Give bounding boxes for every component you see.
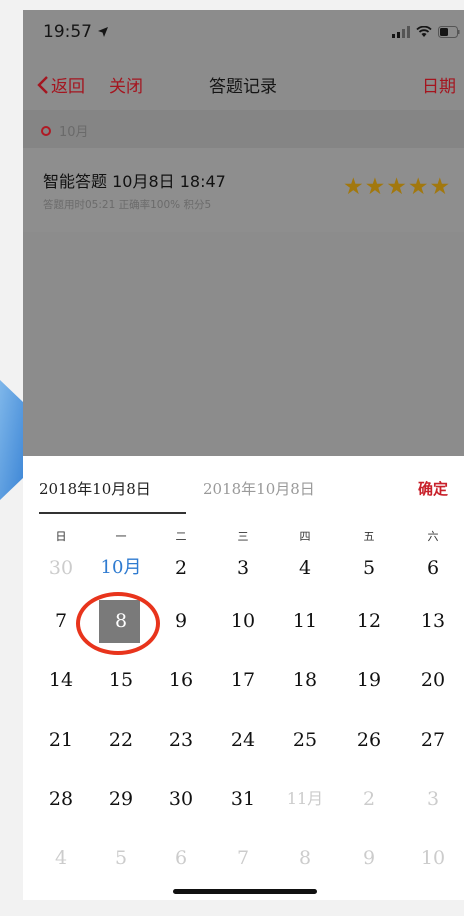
phone-screen: 19:57 返回 关闭 答题记录 日期 10月 智能答题 10月8日 18:47… xyxy=(23,10,464,900)
calendar-day[interactable]: 17 xyxy=(215,660,271,700)
close-button[interactable]: 关闭 xyxy=(109,72,143,97)
weekday-label: 一 xyxy=(115,530,127,543)
calendar-day[interactable]: 7 xyxy=(215,838,271,878)
calendar-day[interactable]: 22 xyxy=(93,720,149,760)
month-section-header: 10月 xyxy=(23,110,464,148)
calendar-day[interactable]: 9 xyxy=(153,601,209,641)
calendar-day[interactable]: 26 xyxy=(341,720,397,760)
weekday-label: 三 xyxy=(237,530,249,543)
confirm-button[interactable]: 确定 xyxy=(418,478,448,499)
star-icon: ★ xyxy=(429,174,451,200)
weekday-label: 五 xyxy=(363,530,375,543)
calendar-day[interactable]: 31 xyxy=(215,779,271,819)
weekday-label: 四 xyxy=(299,530,311,543)
calendar-day[interactable]: 10 xyxy=(405,838,461,878)
location-icon xyxy=(98,27,109,37)
calendar-day[interactable]: 12 xyxy=(341,601,397,641)
rating-stars: ★ ★ ★ ★ ★ xyxy=(343,176,450,199)
calendar-day[interactable]: 8 xyxy=(277,838,333,878)
calendar-day[interactable]: 28 xyxy=(33,779,89,819)
status-time: 19:57 xyxy=(43,22,109,42)
record-subtitle: 答题用时05:21 正确率100% 积分5 xyxy=(43,199,212,211)
timeline-dot-icon xyxy=(41,126,51,136)
arrow-icon xyxy=(0,380,23,500)
picker-header: 2018年10月8日 2018年10月8日 确定 xyxy=(23,456,464,516)
calendar-day[interactable]: 25 xyxy=(277,720,333,760)
calendar-day[interactable]: 2 xyxy=(153,548,209,588)
calendar-day[interactable]: 5 xyxy=(341,548,397,588)
calendar-day[interactable]: 3 xyxy=(215,548,271,588)
calendar-day[interactable]: 21 xyxy=(33,720,89,760)
backdrop-top xyxy=(0,0,464,10)
weekday-header: 日一二三四五六 xyxy=(23,528,464,548)
calendar-day[interactable]: 27 xyxy=(405,720,461,760)
calendar-day[interactable]: 2 xyxy=(341,779,397,819)
calendar-month-marker[interactable]: 11月 xyxy=(277,779,333,819)
section-month-label: 10月 xyxy=(59,125,89,140)
back-button[interactable]: 返回 xyxy=(37,72,85,97)
calendar-day[interactable]: 14 xyxy=(33,660,89,700)
calendar-day[interactable]: 16 xyxy=(153,660,209,700)
calendar-month-marker[interactable]: 10月 xyxy=(93,548,149,588)
quiz-record-item[interactable]: 智能答题 10月8日 18:47 答题用时05:21 正确率100% 积分5 ★… xyxy=(23,148,464,232)
calendar-day[interactable]: 10 xyxy=(215,601,271,641)
weekday-label: 日 xyxy=(55,530,67,543)
star-icon: ★ xyxy=(386,174,407,200)
page-title: 答题记录 xyxy=(209,77,277,97)
range-start-field[interactable]: 2018年10月8日 xyxy=(39,478,151,499)
home-indicator xyxy=(173,889,317,894)
status-icons xyxy=(392,26,460,38)
date-filter-button[interactable]: 日期 xyxy=(422,72,456,97)
date-range-picker: 2018年10月8日 2018年10月8日 确定 日一二三四五六 30 10月 2 3… xyxy=(23,456,464,900)
battery-icon xyxy=(438,26,460,38)
calendar-day[interactable]: 19 xyxy=(341,660,397,700)
calendar-day[interactable]: 3 xyxy=(405,779,461,819)
calendar-day[interactable]: 6 xyxy=(153,838,209,878)
calendar-day[interactable]: 24 xyxy=(215,720,271,760)
calendar-day[interactable]: 23 xyxy=(153,720,209,760)
calendar-day[interactable]: 18 xyxy=(277,660,333,700)
back-label: 返回 xyxy=(51,77,85,97)
range-start-underline xyxy=(39,512,186,514)
calendar-day[interactable]: 6 xyxy=(405,548,461,588)
annotation-circle xyxy=(76,592,160,655)
calendar-day[interactable]: 20 xyxy=(405,660,461,700)
nav-bar: 返回 关闭 答题记录 日期 xyxy=(23,60,464,110)
calendar-day[interactable]: 29 xyxy=(93,779,149,819)
calendar-day[interactable]: 30 xyxy=(153,779,209,819)
calendar-day[interactable]: 30 xyxy=(33,548,89,588)
calendar-day[interactable]: 13 xyxy=(405,601,461,641)
calendar-day[interactable]: 4 xyxy=(277,548,333,588)
calendar-day[interactable]: 15 xyxy=(93,660,149,700)
status-bar: 19:57 xyxy=(23,10,464,60)
chevron-left-icon xyxy=(37,75,48,94)
dimmed-app-view[interactable]: 19:57 返回 关闭 答题记录 日期 10月 智能答题 10月8日 18:47… xyxy=(23,10,464,456)
signal-icon xyxy=(392,26,410,38)
star-icon: ★ xyxy=(343,174,364,200)
star-icon: ★ xyxy=(407,174,429,200)
record-title: 智能答题 10月8日 18:47 xyxy=(43,172,226,191)
range-end-field[interactable]: 2018年10月8日 xyxy=(203,478,315,499)
calendar-day[interactable]: 5 xyxy=(93,838,149,878)
calendar-day[interactable]: 11 xyxy=(277,601,333,641)
calendar-day[interactable]: 4 xyxy=(33,838,89,878)
star-icon: ★ xyxy=(364,174,386,200)
weekday-label: 六 xyxy=(427,530,439,543)
wifi-icon xyxy=(416,26,432,37)
weekday-label: 二 xyxy=(175,530,187,543)
backdrop-bottom xyxy=(0,900,464,916)
calendar-day[interactable]: 9 xyxy=(341,838,397,878)
